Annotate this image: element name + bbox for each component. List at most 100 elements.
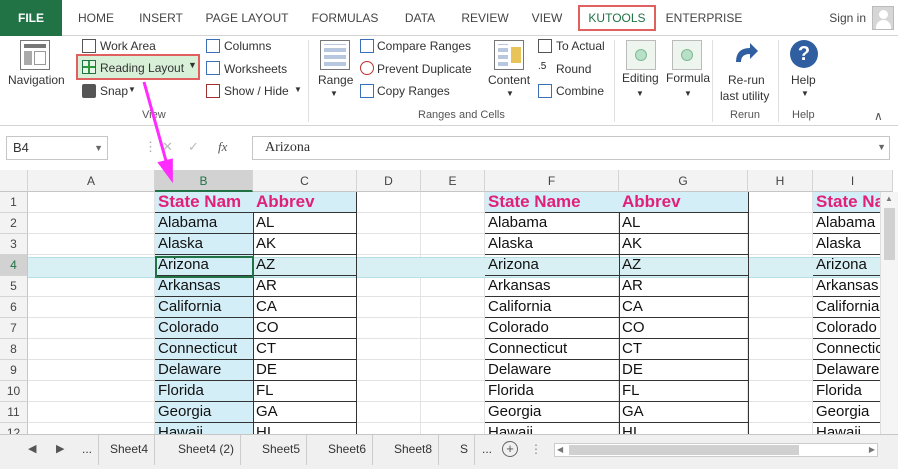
tab-file[interactable]: FILE [0, 0, 62, 36]
enter-icon[interactable]: ✓ [188, 139, 199, 155]
cell-g11[interactable]: GA [619, 402, 749, 423]
cell-i8[interactable]: Connecticut [813, 339, 883, 360]
editing-dropdown-icon[interactable]: ▼ [636, 89, 644, 98]
rerun-arrow-icon[interactable] [730, 40, 760, 70]
snap-button[interactable]: Snap [100, 84, 128, 98]
cell-b11[interactable]: Georgia [155, 402, 254, 423]
user-avatar-icon[interactable] [872, 6, 894, 30]
tab-view[interactable]: VIEW [522, 0, 572, 36]
cell-c7[interactable]: CO [253, 318, 357, 339]
sheet-tab-overflow-right[interactable]: ... [476, 435, 498, 465]
combine-button[interactable]: Combine [556, 84, 604, 98]
column-header-c[interactable]: C [253, 170, 357, 192]
collapse-ribbon-icon[interactable]: ∧ [874, 109, 883, 123]
column-header-d[interactable]: D [357, 170, 421, 192]
sheet-tab-sheet4[interactable]: Sheet4 [104, 435, 156, 465]
range-icon[interactable] [320, 40, 350, 70]
scroll-right-icon[interactable]: ▶ [869, 445, 875, 454]
formula-button[interactable]: Formula [666, 71, 710, 85]
tab-formulas[interactable]: FORMULAS [304, 0, 386, 36]
vertical-scroll-thumb[interactable] [884, 208, 895, 260]
next-sheet-icon[interactable]: ▶ [56, 442, 64, 455]
expand-formula-bar-icon[interactable]: ▼ [877, 142, 886, 152]
tab-enterprise[interactable]: ENTERPRISE [664, 0, 744, 36]
cell-f4[interactable]: Arizona [485, 255, 620, 276]
cell-i10[interactable]: Florida [813, 381, 883, 402]
range-button[interactable]: Range [318, 73, 353, 87]
tab-page-layout[interactable]: PAGE LAYOUT [196, 0, 298, 36]
sheet-tab-sheet6[interactable]: Sheet6 [322, 435, 374, 465]
column-header-i[interactable]: I [813, 170, 893, 192]
cell-c8[interactable]: CT [253, 339, 357, 360]
sheet-tab-overflow-left[interactable]: ... [76, 435, 100, 465]
cell-c6[interactable]: CA [253, 297, 357, 318]
scroll-up-icon[interactable]: ▲ [885, 194, 893, 203]
cell-f10[interactable]: Florida [485, 381, 620, 402]
prev-sheet-icon[interactable]: ◀ [28, 442, 36, 455]
tab-splitter-icon[interactable]: ⋮ [530, 442, 542, 456]
cell-b1[interactable]: State Nam [155, 192, 254, 213]
worksheet-grid[interactable]: ABCDEFGHI 1 2 3 4 5 6 7 8 9 10 11 12 State Nam Abbre… [0, 170, 898, 434]
cell-g10[interactable]: FL [619, 381, 749, 402]
cell-g9[interactable]: DE [619, 360, 749, 381]
copy-ranges-button[interactable]: Copy Ranges [377, 84, 450, 98]
vertical-scrollbar[interactable]: ▲ [880, 192, 898, 434]
sheet-tab-sheet5[interactable]: Sheet5 [256, 435, 308, 465]
cell-g8[interactable]: CT [619, 339, 749, 360]
sheet-tab-s[interactable]: S [454, 435, 476, 465]
cell-f2[interactable]: Alabama [485, 213, 620, 234]
cell-i6[interactable]: California [813, 297, 883, 318]
insert-function-icon[interactable]: fx [218, 139, 227, 155]
cell-b6[interactable]: California [155, 297, 254, 318]
cell-g1[interactable]: Abbrev [619, 192, 749, 213]
cell-f12[interactable]: Hawaii [485, 423, 620, 434]
cell-i7[interactable]: Colorado [813, 318, 883, 339]
cell-i2[interactable]: Alabama [813, 213, 883, 234]
cell-f1[interactable]: State Name [485, 192, 620, 213]
cell-f3[interactable]: Alaska [485, 234, 620, 255]
cell-b12[interactable]: Hawaii [155, 423, 254, 434]
name-box-dropdown-icon[interactable]: ▼ [94, 137, 103, 159]
rerun-button-line1[interactable]: Re-run [728, 73, 765, 87]
content-icon[interactable] [494, 40, 524, 70]
cell-f7[interactable]: Colorado [485, 318, 620, 339]
prevent-duplicate-button[interactable]: Prevent Duplicate [377, 62, 472, 76]
cell-g5[interactable]: AR [619, 276, 749, 297]
cell-f8[interactable]: Connecticut [485, 339, 620, 360]
cell-g6[interactable]: CA [619, 297, 749, 318]
cell-i1[interactable]: State Name [813, 192, 883, 213]
cell-b2[interactable]: Alabama [155, 213, 254, 234]
cell-i11[interactable]: Georgia [813, 402, 883, 423]
reading-layout-dropdown-icon[interactable]: ▼ [188, 60, 197, 70]
sheet-tab-sheet8[interactable]: Sheet8 [388, 435, 440, 465]
show-hide-dropdown-icon[interactable]: ▼ [294, 85, 302, 94]
row-header-4[interactable]: 4 [0, 255, 28, 276]
row-header-12[interactable]: 12 [0, 423, 28, 434]
navigation-button[interactable]: Navigation [8, 73, 65, 87]
sign-in-link[interactable]: Sign in [829, 0, 866, 36]
cell-c12[interactable]: HI [253, 423, 357, 434]
formula-input[interactable]: Arizona [252, 136, 890, 160]
snap-dropdown-icon[interactable]: ▼ [128, 85, 136, 94]
cell-f5[interactable]: Arkansas [485, 276, 620, 297]
tab-insert[interactable]: INSERT [130, 0, 192, 36]
row-header-10[interactable]: 10 [0, 381, 28, 402]
reading-layout-button[interactable]: Reading Layout [100, 61, 184, 75]
cell-g12[interactable]: HI [619, 423, 749, 434]
cell-g4[interactable]: AZ [619, 255, 749, 276]
tab-review[interactable]: REVIEW [454, 0, 516, 36]
column-header-a[interactable]: A [28, 170, 155, 192]
name-box[interactable]: B4 ▼ [6, 136, 108, 160]
cell-c2[interactable]: AL [253, 213, 357, 234]
content-button[interactable]: Content [488, 73, 530, 87]
column-header-h[interactable]: H [748, 170, 813, 192]
cell-b3[interactable]: Alaska [155, 234, 254, 255]
formula-dropdown-icon[interactable]: ▼ [684, 89, 692, 98]
cancel-icon[interactable]: ✕ [162, 139, 173, 155]
cell-f6[interactable]: California [485, 297, 620, 318]
worksheets-button[interactable]: Worksheets [224, 62, 287, 76]
tab-home[interactable]: HOME [66, 0, 126, 36]
horizontal-scroll-thumb[interactable] [569, 445, 799, 455]
column-header-e[interactable]: E [421, 170, 485, 192]
rerun-button-line2[interactable]: last utility [720, 89, 769, 103]
